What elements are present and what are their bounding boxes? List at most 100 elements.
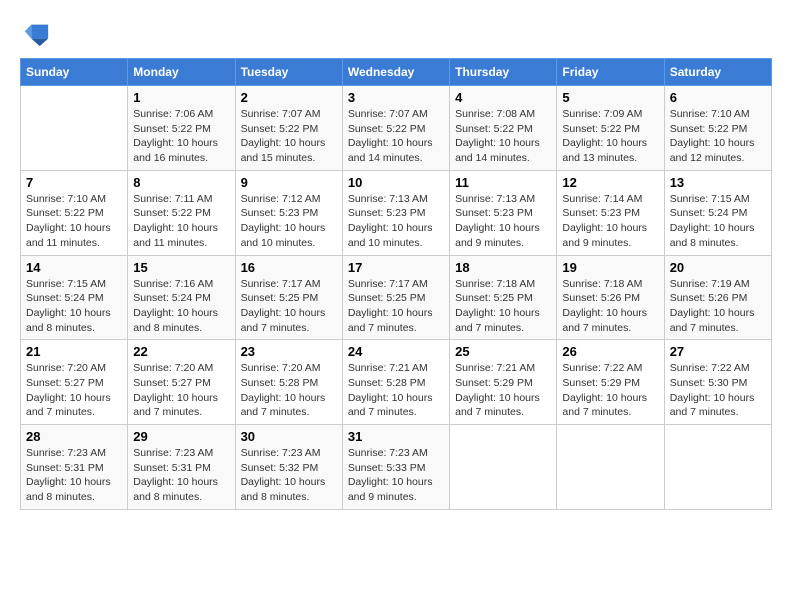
calendar-week-1: 1 Sunrise: 7:06 AMSunset: 5:22 PMDaylight… [21, 86, 772, 171]
day-info: Sunrise: 7:07 AMSunset: 5:22 PMDaylight:… [348, 107, 444, 166]
calendar-week-2: 7Sunrise: 7:10 AMSunset: 5:22 PMDaylight… [21, 170, 772, 255]
header-row: Sunday Monday Tuesday Wednesday Thursday… [21, 59, 772, 86]
logo-icon [22, 20, 50, 48]
calendar-cell: 9 Sunrise: 7:12 AMSunset: 5:23 PMDaylight… [235, 170, 342, 255]
header-thursday: Thursday [450, 59, 557, 86]
day-info: Sunrise: 7:21 AMSunset: 5:29 PMDaylight:… [455, 361, 551, 420]
calendar-cell: 30 Sunrise: 7:23 AMSunset: 5:32 PMDayligh… [235, 425, 342, 510]
day-number: 26 [562, 344, 658, 359]
day-info: Sunrise: 7:12 AMSunset: 5:23 PMDaylight:… [241, 192, 337, 251]
header-monday: Monday [128, 59, 235, 86]
day-info: Sunrise: 7:13 AMSunset: 5:23 PMDaylight:… [455, 192, 551, 251]
day-info: Sunrise: 7:18 AMSunset: 5:25 PMDaylight:… [455, 277, 551, 336]
calendar-cell: 15Sunrise: 7:16 AMSunset: 5:24 PMDayligh… [128, 255, 235, 340]
calendar-cell [21, 86, 128, 171]
calendar-cell: 8Sunrise: 7:11 AMSunset: 5:22 PMDaylight… [128, 170, 235, 255]
day-number: 4 [455, 90, 551, 105]
day-info: Sunrise: 7:20 AMSunset: 5:27 PMDaylight:… [133, 361, 229, 420]
day-number: 28 [26, 429, 122, 444]
day-number: 13 [670, 175, 766, 190]
calendar-week-4: 21 Sunrise: 7:20 AMSunset: 5:27 PMDayligh… [21, 340, 772, 425]
day-info: Sunrise: 7:23 AMSunset: 5:31 PMDaylight:… [26, 446, 122, 505]
calendar-cell: 5 Sunrise: 7:09 AMSunset: 5:22 PMDaylight… [557, 86, 664, 171]
day-info: Sunrise: 7:21 AMSunset: 5:28 PMDaylight:… [348, 361, 444, 420]
calendar-cell: 19 Sunrise: 7:18 AMSunset: 5:26 PMDayligh… [557, 255, 664, 340]
calendar-cell: 2 Sunrise: 7:07 AMSunset: 5:22 PMDaylight… [235, 86, 342, 171]
header-friday: Friday [557, 59, 664, 86]
calendar-cell: 28 Sunrise: 7:23 AMSunset: 5:31 PMDayligh… [21, 425, 128, 510]
day-info: Sunrise: 7:17 AMSunset: 5:25 PMDaylight:… [348, 277, 444, 336]
day-info: Sunrise: 7:23 AMSunset: 5:33 PMDaylight:… [348, 446, 444, 505]
page-header [20, 20, 772, 48]
calendar-cell: 6Sunrise: 7:10 AMSunset: 5:22 PMDaylight… [664, 86, 771, 171]
day-info: Sunrise: 7:23 AMSunset: 5:32 PMDaylight:… [241, 446, 337, 505]
header-sunday: Sunday [21, 59, 128, 86]
day-number: 11 [455, 175, 551, 190]
day-info: Sunrise: 7:15 AMSunset: 5:24 PMDaylight:… [26, 277, 122, 336]
calendar-cell: 1 Sunrise: 7:06 AMSunset: 5:22 PMDaylight… [128, 86, 235, 171]
day-number: 9 [241, 175, 337, 190]
calendar-cell: 21 Sunrise: 7:20 AMSunset: 5:27 PMDayligh… [21, 340, 128, 425]
calendar-table: Sunday Monday Tuesday Wednesday Thursday… [20, 58, 772, 510]
day-number: 17 [348, 260, 444, 275]
day-number: 10 [348, 175, 444, 190]
day-info: Sunrise: 7:11 AMSunset: 5:22 PMDaylight:… [133, 192, 229, 251]
calendar-cell: 31 Sunrise: 7:23 AMSunset: 5:33 PMDayligh… [342, 425, 449, 510]
day-info: Sunrise: 7:07 AMSunset: 5:22 PMDaylight:… [241, 107, 337, 166]
day-info: Sunrise: 7:06 AMSunset: 5:22 PMDaylight:… [133, 107, 229, 166]
calendar-cell: 22 Sunrise: 7:20 AMSunset: 5:27 PMDayligh… [128, 340, 235, 425]
day-info: Sunrise: 7:13 AMSunset: 5:23 PMDaylight:… [348, 192, 444, 251]
calendar-body: 1 Sunrise: 7:06 AMSunset: 5:22 PMDaylight… [21, 86, 772, 510]
day-number: 22 [133, 344, 229, 359]
day-number: 24 [348, 344, 444, 359]
day-number: 21 [26, 344, 122, 359]
calendar-cell [450, 425, 557, 510]
day-info: Sunrise: 7:15 AMSunset: 5:24 PMDaylight:… [670, 192, 766, 251]
day-number: 31 [348, 429, 444, 444]
calendar-cell: 14 Sunrise: 7:15 AMSunset: 5:24 PMDayligh… [21, 255, 128, 340]
header-saturday: Saturday [664, 59, 771, 86]
day-info: Sunrise: 7:17 AMSunset: 5:25 PMDaylight:… [241, 277, 337, 336]
day-number: 18 [455, 260, 551, 275]
calendar-cell: 27 Sunrise: 7:22 AMSunset: 5:30 PMDayligh… [664, 340, 771, 425]
calendar-cell: 3Sunrise: 7:07 AMSunset: 5:22 PMDaylight… [342, 86, 449, 171]
header-tuesday: Tuesday [235, 59, 342, 86]
calendar-cell: 25 Sunrise: 7:21 AMSunset: 5:29 PMDayligh… [450, 340, 557, 425]
calendar-cell: 16Sunrise: 7:17 AMSunset: 5:25 PMDayligh… [235, 255, 342, 340]
day-info: Sunrise: 7:22 AMSunset: 5:29 PMDaylight:… [562, 361, 658, 420]
day-info: Sunrise: 7:08 AMSunset: 5:22 PMDaylight:… [455, 107, 551, 166]
logo [20, 20, 50, 48]
day-number: 30 [241, 429, 337, 444]
day-number: 7 [26, 175, 122, 190]
day-info: Sunrise: 7:22 AMSunset: 5:30 PMDaylight:… [670, 361, 766, 420]
day-number: 5 [562, 90, 658, 105]
day-number: 1 [133, 90, 229, 105]
day-info: Sunrise: 7:20 AMSunset: 5:28 PMDaylight:… [241, 361, 337, 420]
day-number: 14 [26, 260, 122, 275]
calendar-cell: 26 Sunrise: 7:22 AMSunset: 5:29 PMDayligh… [557, 340, 664, 425]
day-number: 23 [241, 344, 337, 359]
day-info: Sunrise: 7:18 AMSunset: 5:26 PMDaylight:… [562, 277, 658, 336]
day-info: Sunrise: 7:14 AMSunset: 5:23 PMDaylight:… [562, 192, 658, 251]
day-number: 20 [670, 260, 766, 275]
day-number: 25 [455, 344, 551, 359]
day-number: 27 [670, 344, 766, 359]
calendar-cell: 4 Sunrise: 7:08 AMSunset: 5:22 PMDaylight… [450, 86, 557, 171]
calendar-cell [664, 425, 771, 510]
day-number: 29 [133, 429, 229, 444]
header-wednesday: Wednesday [342, 59, 449, 86]
calendar-cell: 29 Sunrise: 7:23 AMSunset: 5:31 PMDayligh… [128, 425, 235, 510]
calendar-cell: 20Sunrise: 7:19 AMSunset: 5:26 PMDayligh… [664, 255, 771, 340]
calendar-cell: 12 Sunrise: 7:14 AMSunset: 5:23 PMDayligh… [557, 170, 664, 255]
day-info: Sunrise: 7:23 AMSunset: 5:31 PMDaylight:… [133, 446, 229, 505]
calendar-week-3: 14 Sunrise: 7:15 AMSunset: 5:24 PMDayligh… [21, 255, 772, 340]
day-info: Sunrise: 7:09 AMSunset: 5:22 PMDaylight:… [562, 107, 658, 166]
day-number: 2 [241, 90, 337, 105]
day-number: 19 [562, 260, 658, 275]
day-info: Sunrise: 7:16 AMSunset: 5:24 PMDaylight:… [133, 277, 229, 336]
day-info: Sunrise: 7:20 AMSunset: 5:27 PMDaylight:… [26, 361, 122, 420]
day-number: 12 [562, 175, 658, 190]
calendar-cell: 17 Sunrise: 7:17 AMSunset: 5:25 PMDayligh… [342, 255, 449, 340]
day-number: 6 [670, 90, 766, 105]
calendar-cell: 24 Sunrise: 7:21 AMSunset: 5:28 PMDayligh… [342, 340, 449, 425]
